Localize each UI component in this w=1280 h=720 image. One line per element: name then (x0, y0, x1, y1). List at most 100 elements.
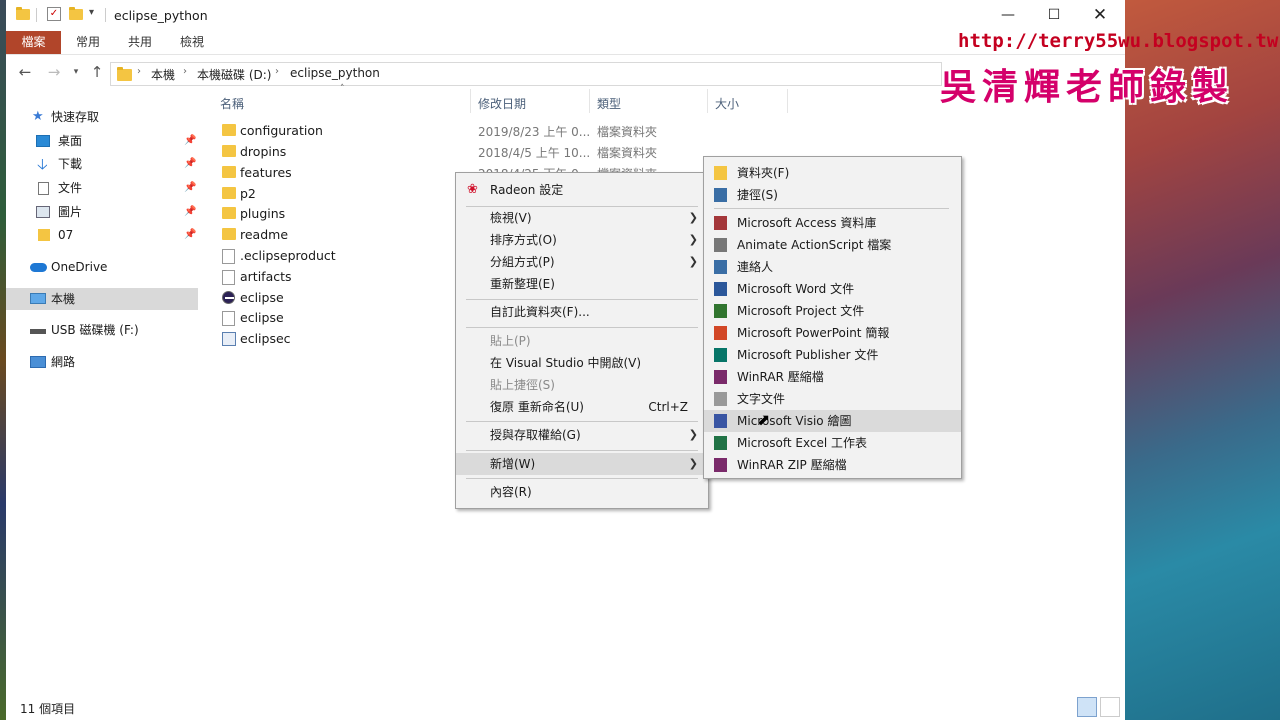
nav-network[interactable]: 網路 (6, 351, 198, 373)
column-divider[interactable] (787, 89, 788, 113)
window-title: eclipse_python (114, 8, 208, 23)
submenu-item-contact[interactable]: 連絡人 (704, 256, 961, 278)
pin-icon[interactable]: 📌 (184, 224, 196, 246)
submenu-item-powerpoint[interactable]: Microsoft PowerPoint 簡報 (704, 322, 961, 344)
menu-item-label: 自訂此資料夾(F)... (490, 305, 590, 319)
submenu-item-visio[interactable]: Microsoft Visio 繪圖 (704, 410, 961, 432)
menu-item-refresh[interactable]: 重新整理(E) (456, 273, 708, 295)
menu-item-give-access[interactable]: 授與存取權給(G) ❯ (456, 424, 708, 446)
pin-icon[interactable]: 📌 (184, 153, 196, 175)
column-header-name[interactable]: 名稱 (220, 95, 244, 112)
menu-item-paste[interactable]: 貼上(P) (456, 330, 708, 352)
menu-item-customize[interactable]: 自訂此資料夾(F)... (456, 301, 708, 323)
config-file-icon (222, 332, 236, 346)
menu-item-undo-rename[interactable]: 復原 重新命名(U) Ctrl+Z (456, 396, 708, 418)
nav-label: 圖片 (58, 205, 83, 219)
new-folder-icon[interactable] (69, 7, 83, 21)
access-icon (714, 216, 727, 230)
breadcrumb-folder[interactable]: eclipse_python (290, 66, 380, 80)
submenu-item-excel[interactable]: Microsoft Excel 工作表 (704, 432, 961, 454)
maximize-button[interactable]: ☐ (1031, 0, 1077, 30)
nav-quick-access[interactable]: ★ 快速存取 (6, 106, 198, 128)
submenu-item-actionscript[interactable]: Animate ActionScript 檔案 (704, 234, 961, 256)
minimize-button[interactable]: — (985, 0, 1031, 30)
submenu-item-publisher[interactable]: Microsoft Publisher 文件 (704, 344, 961, 366)
submenu-item-word[interactable]: Microsoft Word 文件 (704, 278, 961, 300)
menu-item-group[interactable]: 分組方式(P) ❯ (456, 251, 708, 273)
column-divider[interactable] (707, 89, 708, 113)
nav-onedrive[interactable]: OneDrive (6, 256, 198, 278)
submenu-item-project[interactable]: Microsoft Project 文件 (704, 300, 961, 322)
network-icon (30, 356, 46, 368)
pin-icon[interactable]: 📌 (184, 201, 196, 223)
file-name: eclipse (240, 290, 284, 305)
submenu-item-winrar[interactable]: WinRAR 壓縮檔 (704, 366, 961, 388)
column-header-size[interactable]: 大小 (715, 95, 739, 112)
column-divider[interactable] (589, 89, 590, 113)
column-divider[interactable] (470, 89, 471, 113)
up-button[interactable]: ↑ (88, 63, 106, 81)
breadcrumb-this-pc[interactable]: 本機 (151, 66, 175, 83)
address-bar[interactable]: › 本機 › 本機磁碟 (D:) › eclipse_python (110, 62, 942, 86)
submenu-item-folder[interactable]: 資料夾(F) (704, 162, 961, 184)
nav-item-desktop[interactable]: 桌面 📌 (6, 130, 198, 152)
properties-icon[interactable]: ✓ (47, 7, 61, 21)
customize-qat-icon[interactable]: ▾ (89, 7, 94, 18)
menu-item-properties[interactable]: 內容(R) (456, 481, 708, 503)
nav-label: 本機 (51, 292, 76, 306)
submenu-item-label: WinRAR 壓縮檔 (737, 370, 824, 384)
pin-icon[interactable]: 📌 (184, 177, 196, 199)
nav-usb-drive[interactable]: USB 磁碟機 (F:) (6, 319, 198, 341)
tab-share[interactable]: 共用 (120, 31, 160, 54)
shortcut-label: Ctrl+Z (648, 400, 688, 414)
nav-item-07[interactable]: 07 📌 (6, 224, 198, 246)
nav-this-pc[interactable]: 本機 (6, 288, 198, 310)
menu-item-open-visual-studio[interactable]: 在 Visual Studio 中開啟(V) (456, 352, 708, 374)
menu-item-label: 重新整理(E) (490, 277, 555, 291)
menu-item-paste-shortcut[interactable]: 貼上捷徑(S) (456, 374, 708, 396)
nav-item-documents[interactable]: 文件 📌 (6, 177, 198, 199)
column-header-date[interactable]: 修改日期 (478, 95, 526, 112)
submenu-item-winrar-zip[interactable]: WinRAR ZIP 壓縮檔 (704, 454, 961, 476)
nav-label: 快速存取 (51, 110, 100, 124)
back-button[interactable]: ← (16, 63, 34, 81)
menu-item-label: 貼上捷徑(S) (490, 378, 555, 392)
chevron-right-icon: ❯ (688, 457, 698, 470)
menu-item-sort[interactable]: 排序方式(O) ❯ (456, 229, 708, 251)
submenu-item-text[interactable]: 文字文件 (704, 388, 961, 410)
breadcrumb-drive-d[interactable]: 本機磁碟 (D:) (197, 66, 271, 83)
file-type: 檔案資料夾 (597, 146, 658, 160)
pin-icon[interactable]: 📌 (184, 130, 196, 152)
submenu-item-label: Microsoft Word 文件 (737, 282, 855, 296)
menu-item-label: 排序方式(O) (490, 233, 557, 247)
submenu-item-shortcut[interactable]: 捷徑(S) (704, 184, 961, 206)
submenu-item-label: 文字文件 (737, 392, 786, 406)
menu-item-view[interactable]: 檢視(V) ❯ (456, 207, 708, 229)
submenu-item-label: Microsoft Visio 繪圖 (737, 414, 852, 428)
nav-item-pictures[interactable]: 圖片 📌 (6, 201, 198, 223)
large-icons-view-button[interactable] (1100, 697, 1120, 717)
download-icon: 🡣 (37, 155, 48, 173)
column-header-type[interactable]: 類型 (597, 95, 621, 112)
menu-item-new[interactable]: 新增(W) ❯ (456, 453, 708, 475)
menu-separator (466, 450, 698, 451)
menu-item-label: 貼上(P) (490, 334, 531, 348)
recent-locations-button[interactable]: ▾ (67, 63, 85, 81)
tab-home[interactable]: 常用 (68, 31, 108, 54)
radeon-icon: ❀ (467, 182, 478, 197)
menu-item-label: 檢視(V) (490, 211, 532, 225)
folder-icon (38, 229, 50, 241)
tab-view[interactable]: 檢視 (172, 31, 212, 54)
details-view-button[interactable] (1077, 697, 1097, 717)
title-bar: ✓ ▾ eclipse_python — ☐ ✕ (6, 0, 1125, 31)
folder-icon (222, 124, 236, 136)
nav-item-downloads[interactable]: 🡣 下載 📌 (6, 153, 198, 175)
file-name: eclipsec (240, 331, 291, 346)
forward-button[interactable]: → (45, 63, 63, 81)
submenu-item-access[interactable]: Microsoft Access 資料庫 (704, 212, 961, 234)
tab-file[interactable]: 檔案 (6, 31, 61, 54)
menu-item-radeon[interactable]: ❀ Radeon 設定 (456, 179, 708, 201)
chevron-right-icon: › (275, 66, 279, 77)
file-row[interactable]: configuration 2019/8/23 上午 0... 檔案資料夾 (218, 120, 818, 141)
close-button[interactable]: ✕ (1077, 0, 1123, 30)
